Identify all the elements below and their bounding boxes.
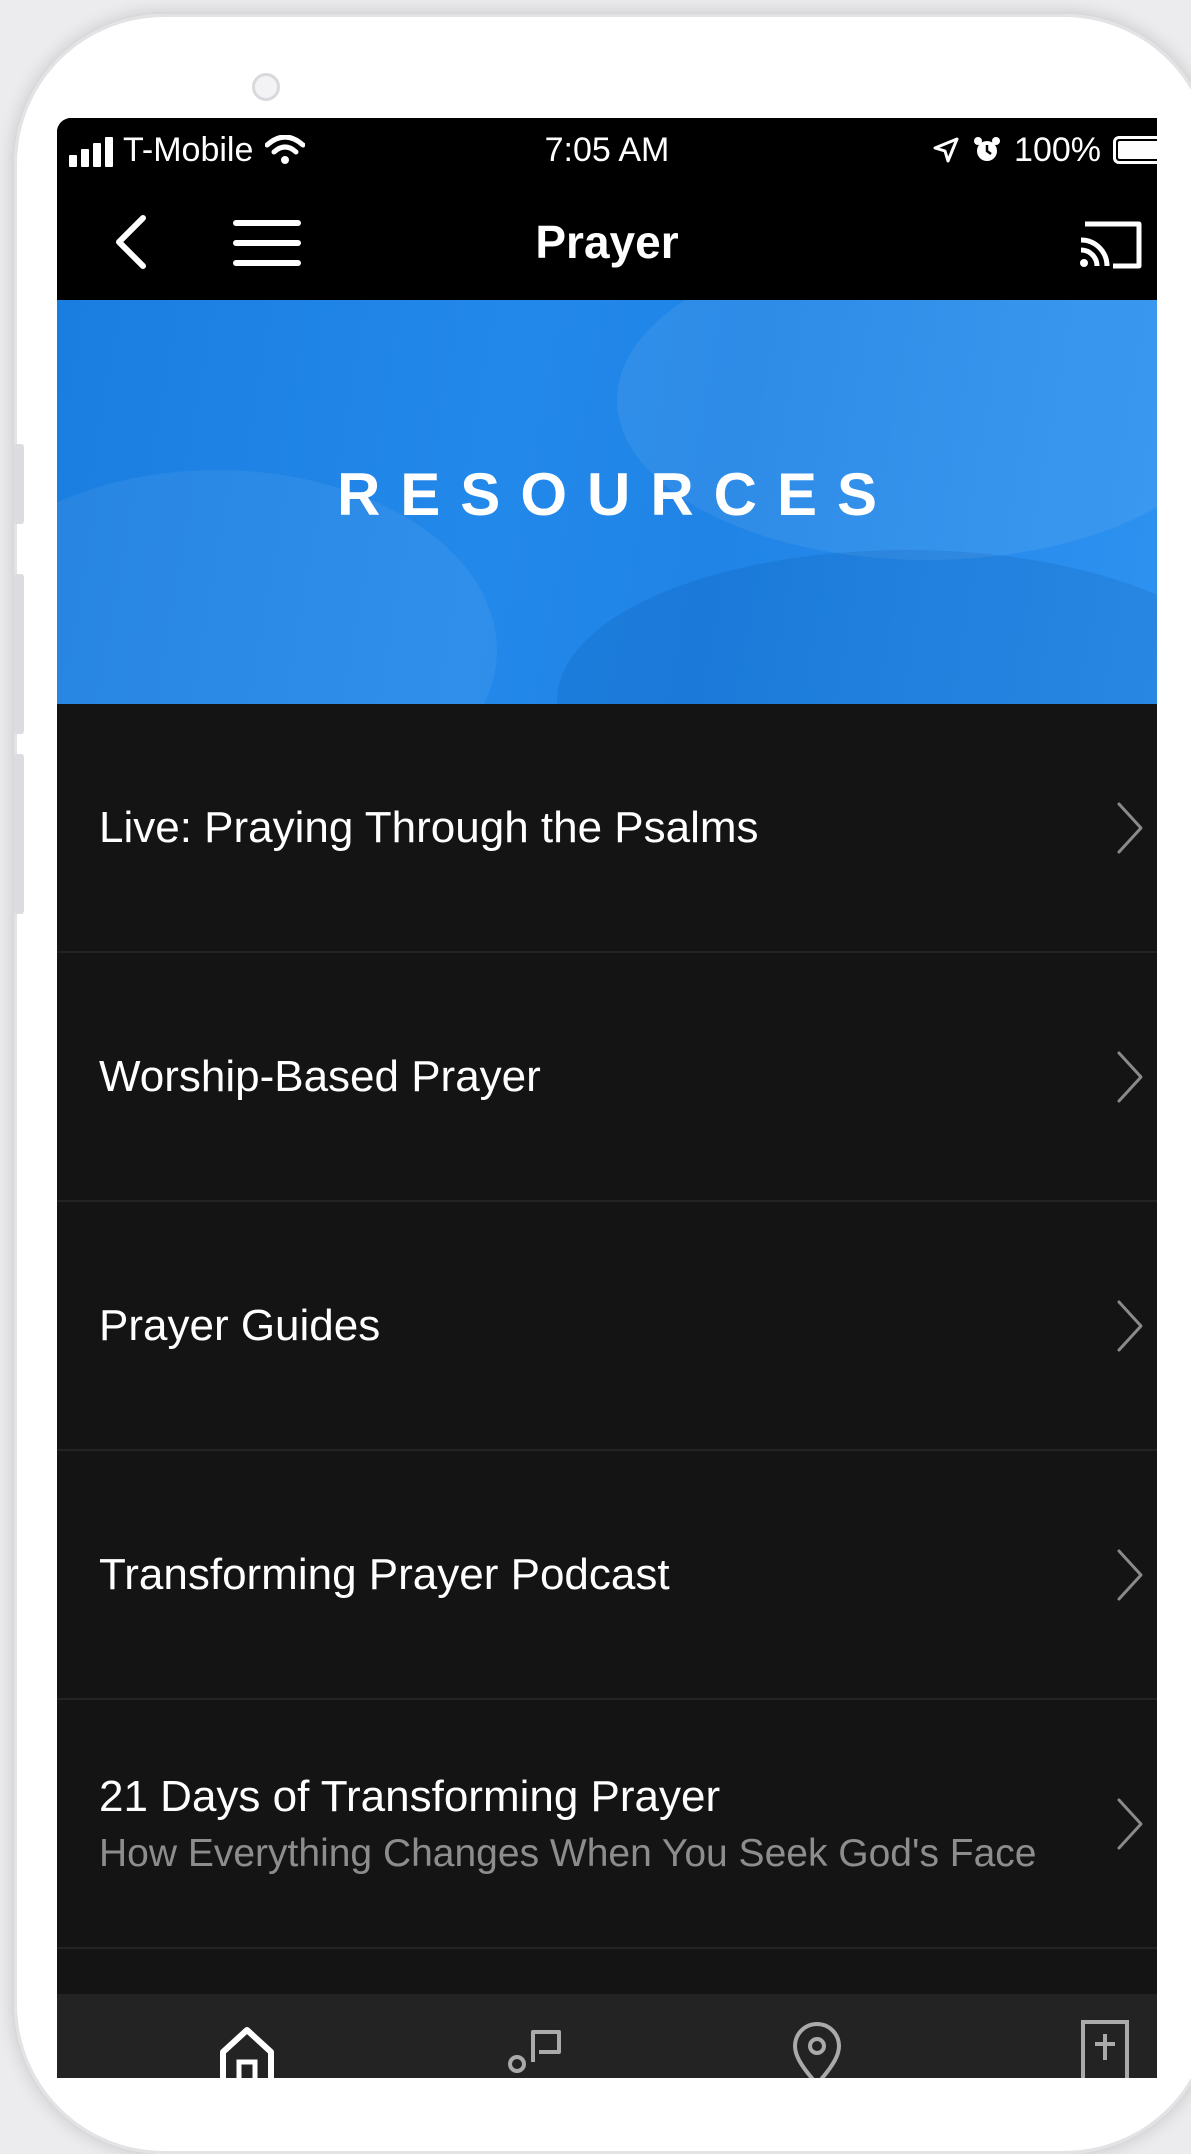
list-item-title: 21 Days of Transforming Prayer: [99, 1771, 721, 1821]
list-item-text: 21 Days of Transforming Prayer How Every…: [99, 1769, 1037, 1879]
message-icon[interactable]: [477, 2008, 597, 2078]
chevron-right-icon: [1117, 1051, 1143, 1102]
side-button: [14, 574, 24, 734]
list-item[interactable]: Worship-Based Prayer: [57, 953, 1157, 1202]
resource-list: Live: Praying Through the Psalms Worship…: [57, 704, 1157, 1949]
list-item-text: Transforming Prayer Podcast: [99, 1547, 1037, 1603]
list-item-text: Worship-Based Prayer: [99, 1049, 1037, 1105]
list-item[interactable]: Transforming Prayer Podcast: [57, 1451, 1157, 1700]
location-pin-icon[interactable]: [757, 2008, 877, 2078]
battery-icon: [1113, 136, 1157, 164]
app-screen: T-Mobile 7:05 AM 100% Prayer RESOURCES L…: [57, 118, 1157, 2078]
chevron-right-icon: [1117, 802, 1143, 853]
page-title: Prayer: [535, 216, 679, 268]
location-arrow-icon: [933, 137, 959, 163]
side-button: [14, 444, 24, 524]
chevron-right-icon: [1117, 1300, 1143, 1351]
list-item[interactable]: Prayer Guides: [57, 1202, 1157, 1451]
list-item-title: Live: Praying Through the Psalms: [99, 802, 759, 852]
list-item[interactable]: Live: Praying Through the Psalms: [57, 704, 1157, 953]
battery-label: 100%: [1014, 130, 1101, 169]
list-item-text: Prayer Guides: [99, 1298, 1037, 1354]
status-bar: T-Mobile 7:05 AM 100%: [57, 118, 1157, 184]
tab-bar: [57, 1994, 1157, 2078]
resources-banner: RESOURCES: [57, 300, 1157, 704]
camera-icon: [252, 73, 280, 101]
list-item-text: Live: Praying Through the Psalms: [99, 800, 1037, 856]
cast-button[interactable]: [1075, 216, 1147, 272]
side-button: [14, 754, 24, 914]
chevron-right-icon: [1117, 1549, 1143, 1600]
list-item-title: Worship-Based Prayer: [99, 1051, 541, 1101]
nav-bar: Prayer: [57, 184, 1157, 300]
home-icon[interactable]: [187, 2008, 307, 2078]
chevron-right-icon: [1117, 1798, 1143, 1849]
bible-icon[interactable]: [1047, 2008, 1157, 2078]
list-item-subtitle: How Everything Changes When You Seek God…: [99, 1831, 1037, 1875]
list-item-title: Prayer Guides: [99, 1300, 381, 1350]
banner-title: RESOURCES: [336, 461, 898, 528]
banner-background-shape: [557, 550, 1157, 704]
alarm-icon: [974, 137, 1001, 161]
status-right: 100%: [932, 122, 1157, 178]
list-item-title: Transforming Prayer Podcast: [99, 1549, 670, 1599]
list-item[interactable]: 21 Days of Transforming Prayer How Every…: [57, 1700, 1157, 1949]
